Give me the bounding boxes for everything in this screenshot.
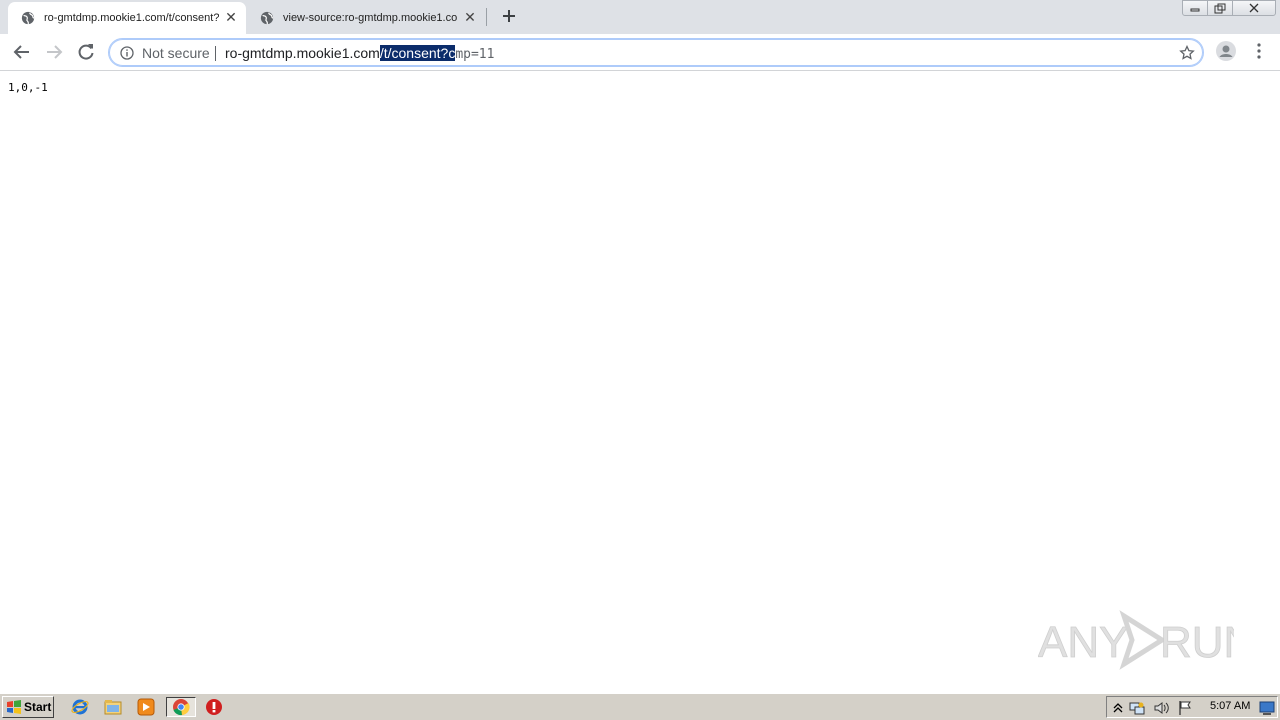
stop-icon	[206, 699, 222, 715]
restore-button[interactable]	[1207, 0, 1233, 16]
explorer-icon	[104, 700, 122, 715]
minimize-button[interactable]	[1182, 0, 1208, 16]
volume-icon[interactable]	[1153, 700, 1169, 716]
anyrun-watermark-logo: ANY RUN	[1038, 610, 1234, 670]
url-host: ro-gmtdmp.mookie1.com	[225, 45, 380, 61]
kebab-menu-icon[interactable]	[1251, 42, 1267, 60]
windows-taskbar: Start 5:07 AM	[0, 693, 1280, 720]
tab-strip: ro-gmtdmp.mookie1.com/t/consent? ✕ view-…	[0, 0, 1280, 34]
response-body-text: 1,0,-1	[8, 81, 48, 94]
url-selected-text: /t/consent?c	[379, 45, 456, 61]
taskbar-clock[interactable]: 5:07 AM	[1210, 700, 1250, 712]
windows-logo-icon	[7, 700, 21, 714]
address-bar[interactable]: Not secure ro-gmtdmp.mookie1.com/t/conse…	[108, 38, 1204, 67]
show-hidden-icons-icon[interactable]	[1110, 700, 1126, 716]
media-player-button[interactable]	[135, 697, 157, 717]
window-controls	[1182, 0, 1276, 18]
ie-icon	[71, 699, 89, 715]
bookmark-star-icon[interactable]	[1179, 45, 1195, 61]
chrome-button[interactable]	[166, 697, 196, 717]
url-text[interactable]: ro-gmtdmp.mookie1.com/t/consent?cmp=11	[225, 45, 494, 62]
start-button[interactable]: Start	[2, 696, 54, 718]
close-window-button[interactable]	[1232, 0, 1276, 16]
tab-view-source[interactable]: view-source:ro-gmtdmp.mookie1.com ✕	[247, 2, 485, 34]
info-icon[interactable]	[120, 46, 134, 60]
close-tab-icon[interactable]: ✕	[463, 10, 477, 25]
globe-icon	[21, 11, 35, 25]
close-icon	[1249, 3, 1259, 13]
stop-app-button[interactable]	[203, 697, 225, 717]
chrome-icon	[173, 699, 190, 716]
back-arrow-icon[interactable]	[11, 41, 33, 63]
profile-avatar-icon[interactable]	[1216, 41, 1236, 61]
page-content: 1,0,-1	[0, 72, 1280, 692]
restore-icon	[1214, 3, 1226, 14]
tab-title: view-source:ro-gmtdmp.mookie1.com	[283, 12, 458, 24]
new-tab-plus-icon[interactable]	[499, 6, 519, 26]
media-player-icon	[137, 698, 155, 716]
reload-icon[interactable]	[75, 41, 97, 63]
omnibox-separator	[215, 46, 216, 61]
tab-title: ro-gmtdmp.mookie1.com/t/consent?	[44, 12, 219, 24]
url-rest: mp=11	[455, 47, 495, 62]
explorer-button[interactable]	[102, 697, 124, 717]
close-tab-icon[interactable]: ✕	[224, 10, 238, 25]
minimize-icon	[1190, 8, 1200, 12]
browser-toolbar: Not secure ro-gmtdmp.mookie1.com/t/conse…	[0, 34, 1280, 71]
network-icon[interactable]	[1129, 700, 1145, 716]
start-label: Start	[24, 700, 52, 714]
watermark-text-left: ANY	[1038, 618, 1128, 667]
show-desktop-icon[interactable]	[1259, 700, 1275, 716]
ie-button[interactable]	[69, 697, 91, 717]
system-tray: 5:07 AM	[1106, 696, 1278, 718]
action-center-flag-icon[interactable]	[1177, 700, 1193, 716]
security-label[interactable]: Not secure	[142, 45, 210, 61]
tab-consent[interactable]: ro-gmtdmp.mookie1.com/t/consent? ✕	[8, 2, 246, 34]
tab-separator	[486, 8, 487, 26]
watermark-text-right: RUN	[1160, 618, 1234, 667]
forward-arrow-icon[interactable]	[43, 41, 65, 63]
globe-icon	[260, 11, 274, 25]
